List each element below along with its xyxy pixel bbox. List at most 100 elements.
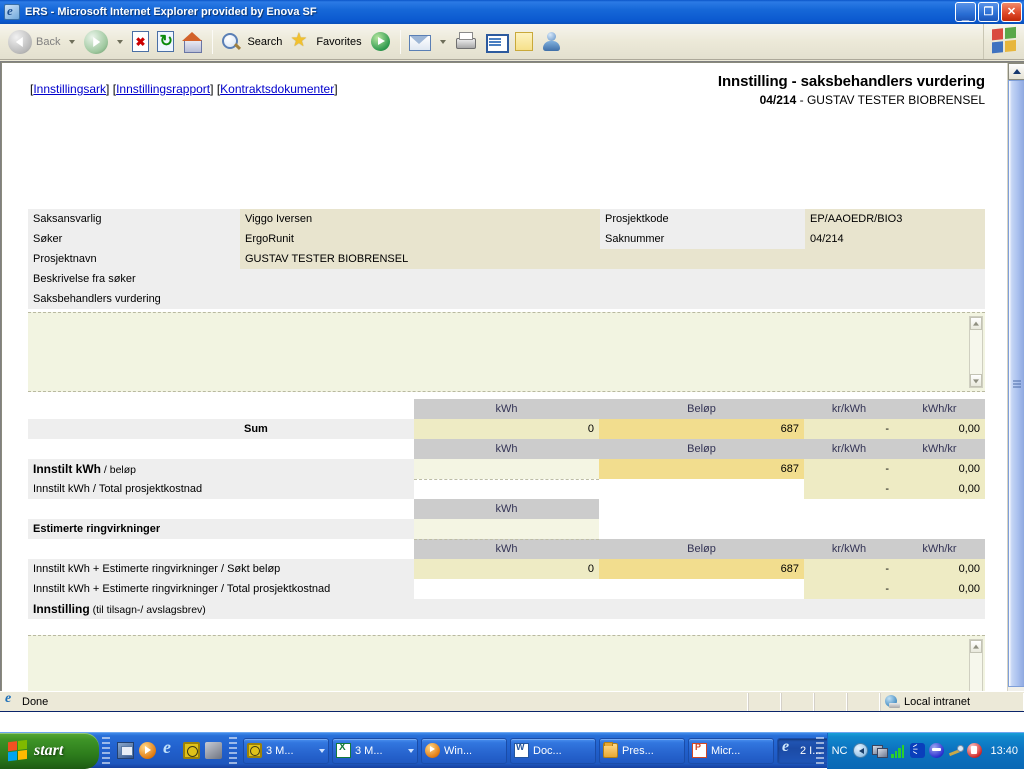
- scroll-up-icon[interactable]: [970, 317, 982, 330]
- link-innstillingsrapport[interactable]: Innstillingsrapport: [116, 82, 210, 96]
- chevron-down-icon[interactable]: [319, 749, 325, 753]
- spacer: [28, 539, 239, 559]
- taskbar-item-0[interactable]: 3 M...: [243, 738, 329, 764]
- status-message: Done: [22, 696, 48, 708]
- local-intranet-icon: [885, 695, 900, 709]
- updates-icon[interactable]: [967, 743, 982, 758]
- forward-arrow-icon: [84, 30, 108, 54]
- media-button[interactable]: [366, 27, 396, 57]
- subtitle-separator: -: [796, 93, 807, 107]
- pen-tool-icon[interactable]: [948, 743, 963, 758]
- header-kwh-per-kr-2: kWh/kr: [894, 439, 985, 459]
- spacer: [239, 499, 414, 519]
- minimize-button[interactable]: _: [955, 2, 976, 22]
- section-innstilling: Innstilling (til tilsagn-/ avslagsbrev): [28, 599, 985, 619]
- taskbar-clock[interactable]: 13:40: [990, 745, 1018, 757]
- spacer-cell-2: [805, 249, 985, 269]
- messenger-button[interactable]: [537, 27, 567, 57]
- volume-icon[interactable]: [929, 743, 944, 758]
- taskbar-item-4[interactable]: Pres...: [599, 738, 685, 764]
- value-sum-kwh: 0: [414, 419, 599, 439]
- taskbar-item-label: Win...: [444, 745, 503, 757]
- taskbar-item-label: 3 M...: [266, 745, 317, 757]
- page-frame: [Innstillingsark] [Innstillingsrapport] …: [0, 61, 1024, 711]
- star-icon: ★: [290, 31, 312, 53]
- stop-button[interactable]: [128, 27, 153, 57]
- taskbar-item-5[interactable]: Micr...: [688, 738, 774, 764]
- search-button[interactable]: Search: [217, 27, 286, 57]
- maximize-button[interactable]: ❐: [978, 2, 999, 22]
- powerpoint-icon: [692, 743, 707, 758]
- clock-icon[interactable]: [183, 742, 200, 759]
- table-row: kWh: [28, 499, 985, 519]
- browser-toolbar: Back Search ★ Favorites: [0, 24, 1024, 60]
- security-zone-section[interactable]: Local intranet: [880, 693, 1024, 711]
- show-hidden-icons-icon[interactable]: [853, 743, 868, 758]
- table-row: Saksansvarlig Viggo Iversen Prosjektkode…: [28, 209, 985, 229]
- label-innstilling-bold: Innstilling: [33, 602, 90, 616]
- taskbar-item-2[interactable]: Win...: [421, 738, 507, 764]
- nav-links: [Innstillingsark] [Innstillingsrapport] …: [30, 82, 338, 96]
- case-number: 04/214: [760, 93, 797, 107]
- input-estimerte-ringvirkninger-kwh[interactable]: [414, 519, 599, 539]
- value-innstilt-kwh-per-kr: 0,00: [894, 459, 985, 479]
- media-player-icon[interactable]: [139, 742, 156, 759]
- table-row: Prosjektnavn GUSTAV TESTER BIOBRENSEL: [28, 249, 985, 269]
- bracket-close-3: ]: [334, 82, 337, 96]
- start-button[interactable]: start: [0, 733, 99, 769]
- forward-history-chevron-down-icon[interactable]: [117, 40, 123, 44]
- back-button[interactable]: Back: [4, 27, 64, 57]
- table-row: kWh Beløp kr/kWh kWh/kr: [28, 399, 985, 419]
- tray-grip[interactable]: [816, 737, 824, 765]
- scroll-down-icon[interactable]: [970, 374, 982, 387]
- close-icon: ✕: [1007, 7, 1016, 18]
- home-button[interactable]: [178, 27, 208, 57]
- header-kwh-4: kWh: [414, 539, 599, 559]
- edit-button[interactable]: [481, 27, 511, 57]
- textarea-scrollbar-vurdering[interactable]: [969, 316, 983, 388]
- label-estimerte-ringvirkninger: Estimerte ringvirkninger: [28, 519, 414, 539]
- saksbehandlers-vurdering-textarea[interactable]: [28, 312, 985, 392]
- bluetooth-icon[interactable]: [910, 743, 925, 758]
- link-innstillingsark[interactable]: Innstillingsark: [33, 82, 106, 96]
- media-player-icon: [425, 743, 440, 758]
- taskbar-item-1[interactable]: 3 M...: [332, 738, 418, 764]
- scrollbar-thumb[interactable]: [1008, 80, 1024, 687]
- label-innstilt-kwh-rest: / beløp: [101, 464, 136, 476]
- favorites-button[interactable]: ★ Favorites: [286, 27, 365, 57]
- value-sum-kwh-per-kr: 0,00: [894, 419, 985, 439]
- scroll-up-button[interactable]: [1008, 63, 1024, 80]
- chevron-down-icon[interactable]: [408, 749, 414, 753]
- close-button[interactable]: ✕: [1001, 2, 1022, 22]
- forward-button[interactable]: [80, 27, 112, 57]
- back-label: Back: [36, 36, 60, 48]
- input-innstilt-kwh[interactable]: [414, 459, 599, 479]
- scroll-up-icon[interactable]: [970, 640, 982, 653]
- taskbar-item-3[interactable]: Doc...: [510, 738, 596, 764]
- print-button[interactable]: [451, 27, 481, 57]
- back-history-chevron-down-icon[interactable]: [69, 40, 75, 44]
- notes-button[interactable]: [511, 27, 537, 57]
- windows-logo-icon: [992, 27, 1018, 56]
- quick-launch-grip[interactable]: [102, 737, 110, 765]
- spacer: [28, 499, 239, 519]
- start-label: start: [34, 742, 63, 760]
- signal-strength-icon[interactable]: [891, 743, 906, 758]
- section-beskrivelse-fra-soker: Beskrivelse fra søker: [28, 269, 985, 289]
- link-kontraktsdokumenter[interactable]: Kontraktsdokumenter: [220, 82, 334, 96]
- app-icon[interactable]: [205, 742, 222, 759]
- network-connection-icon[interactable]: [872, 743, 887, 758]
- label-innstilt-plus-ring-total-prosjektkostnad: Innstilt kWh + Estimerte ringvirkninger …: [28, 579, 414, 599]
- value-sokt-kr-per-kwh: -: [804, 559, 894, 579]
- refresh-button[interactable]: [153, 27, 178, 57]
- mail-chevron-down-icon[interactable]: [440, 40, 446, 44]
- note-icon: [515, 32, 533, 51]
- task-band-grip[interactable]: [229, 737, 237, 765]
- mail-button[interactable]: [405, 27, 435, 57]
- internet-explorer-icon[interactable]: [161, 742, 178, 759]
- show-desktop-icon[interactable]: [117, 742, 134, 759]
- clock-icon: [247, 743, 262, 758]
- status-bar: Done Local intranet: [0, 691, 1024, 711]
- header-kwh-2: kWh: [414, 439, 599, 459]
- page-scrollbar-vertical[interactable]: [1007, 63, 1024, 711]
